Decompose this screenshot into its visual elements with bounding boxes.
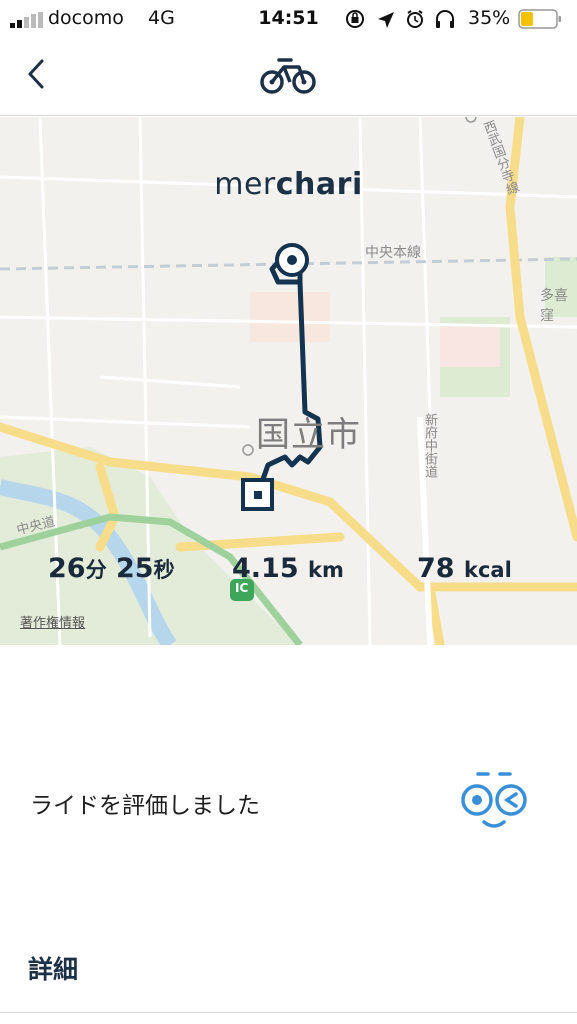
system-status-icons: [346, 10, 454, 28]
seconds-unit: 秒: [153, 558, 175, 582]
battery-icon: [518, 9, 561, 29]
bicycle-icon: [260, 58, 316, 94]
happy-face-icon[interactable]: [458, 770, 530, 832]
divider: [0, 1012, 577, 1013]
place-label-takikubo: 多喜窪: [540, 288, 568, 324]
distance-value: 4.15: [232, 553, 299, 584]
minutes-unit: 分: [85, 558, 107, 582]
back-button[interactable]: [18, 54, 58, 94]
duration-stat: 26分 25秒: [48, 553, 175, 584]
city-label: 国立市: [256, 415, 361, 455]
copyright-link[interactable]: 著作権情報: [20, 612, 85, 631]
distance-stat: 4.15 km: [232, 553, 344, 584]
brand-prefix: mer: [214, 167, 276, 202]
chevron-left-icon: [28, 59, 44, 89]
navigation-bar: [0, 38, 577, 116]
duration-seconds: 25: [115, 553, 154, 584]
route-map[interactable]: merchari 中央本線 西武国分寺線 多喜窪 新府中街道 中央道 IC 国立…: [0, 117, 577, 645]
rotation-lock-icon: [346, 10, 364, 28]
distance-unit: km: [308, 558, 344, 582]
alarm-icon: [407, 10, 423, 28]
road-label-shinfuchu: 新府中街道: [422, 413, 437, 478]
headphones-icon: [436, 10, 454, 28]
calories-unit: kcal: [463, 558, 512, 582]
start-marker: [275, 243, 309, 277]
merchari-logo: merchari: [0, 167, 577, 202]
location-arrow-icon: [378, 12, 394, 28]
railway-label: 中央本線: [365, 245, 421, 261]
battery-percentage: 35%: [468, 7, 511, 29]
end-marker: [241, 478, 274, 511]
rating-status-text: ライドを評価しました: [30, 793, 260, 819]
details-section-title: 詳細: [28, 955, 79, 984]
calories-stat: 78 kcal: [417, 553, 512, 584]
calories-value: 78: [417, 553, 455, 584]
status-bar: docomo 4G 14:51 35%: [0, 0, 577, 38]
duration-minutes: 26: [48, 553, 86, 584]
brand-suffix: chari: [275, 167, 363, 202]
